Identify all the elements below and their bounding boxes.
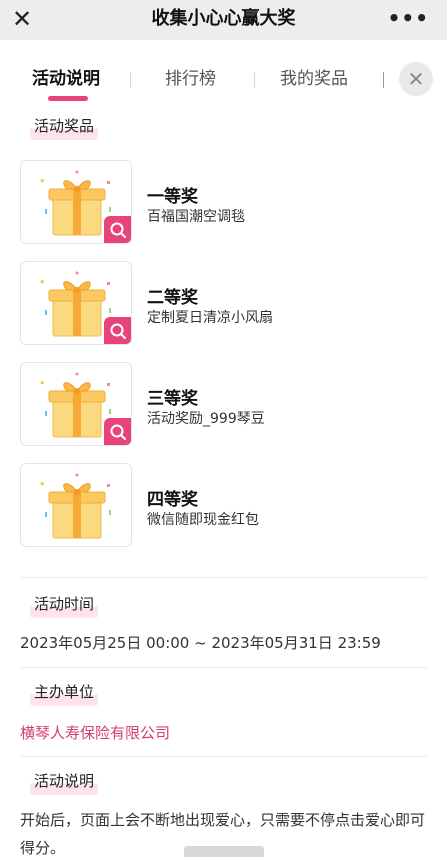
tab-separator bbox=[254, 72, 255, 88]
top-bar: ✕ 收集小心心赢大奖 ••• bbox=[0, 0, 447, 40]
gift-box-image[interactable] bbox=[20, 362, 132, 446]
organizer-name: 横琴人寿保险有限公司 bbox=[20, 724, 171, 742]
tab-my-prizes[interactable]: 我的奖品 bbox=[280, 66, 348, 92]
page-title: 收集小心心赢大奖 bbox=[151, 8, 296, 29]
bottom-handle bbox=[184, 846, 264, 857]
prize-item[interactable]: 三等奖 活动奖励_999琴豆 bbox=[20, 362, 400, 448]
active-tab-indicator bbox=[48, 96, 88, 101]
time-section-title: 活动时间 bbox=[30, 592, 99, 618]
prizes-section-title: 活动奖品 bbox=[30, 114, 99, 140]
prize-name: 微信随即现金红包 bbox=[147, 512, 259, 528]
tab-separator bbox=[383, 72, 384, 88]
tab-bar: 活动说明 排行榜 我的奖品 ✕ bbox=[0, 54, 447, 106]
divider bbox=[20, 667, 427, 668]
close-icon: ✕ bbox=[407, 67, 425, 91]
activity-time: 2023年05月25日 00:00 ~ 2023年05月31日 23:59 bbox=[20, 634, 381, 652]
divider bbox=[20, 756, 427, 757]
prize-item[interactable]: 二等奖 定制夏日清凉小风扇 bbox=[20, 261, 400, 347]
prize-rank: 一等奖 bbox=[147, 187, 198, 207]
prize-rank: 四等奖 bbox=[147, 490, 198, 510]
more-options-icon[interactable]: ••• bbox=[388, 0, 429, 40]
tab-leaderboard[interactable]: 排行榜 bbox=[165, 66, 216, 92]
gift-box-image[interactable] bbox=[20, 160, 132, 244]
prize-name: 百福国潮空调毯 bbox=[147, 209, 245, 225]
organizer-section-title: 主办单位 bbox=[30, 680, 99, 706]
prize-name: 定制夏日清凉小风扇 bbox=[147, 310, 273, 326]
zoom-icon[interactable] bbox=[104, 216, 131, 243]
tab-separator bbox=[130, 72, 131, 88]
zoom-icon[interactable] bbox=[104, 317, 131, 344]
gift-box-image[interactable] bbox=[20, 463, 132, 547]
prize-name: 活动奖励_999琴豆 bbox=[147, 411, 265, 427]
prize-item[interactable]: 四等奖 微信随即现金红包 bbox=[20, 463, 400, 549]
gift-box-image[interactable] bbox=[20, 261, 132, 345]
prize-rank: 三等奖 bbox=[147, 389, 198, 409]
zoom-icon[interactable] bbox=[104, 418, 131, 445]
tab-activity-info[interactable]: 活动说明 bbox=[32, 66, 100, 92]
rules-section-title: 活动说明 bbox=[30, 769, 99, 795]
divider bbox=[20, 577, 427, 578]
prize-item[interactable]: 一等奖 百福国潮空调毯 bbox=[20, 160, 400, 246]
prize-rank: 二等奖 bbox=[147, 288, 198, 308]
tab-close-button[interactable]: ✕ bbox=[399, 62, 433, 96]
